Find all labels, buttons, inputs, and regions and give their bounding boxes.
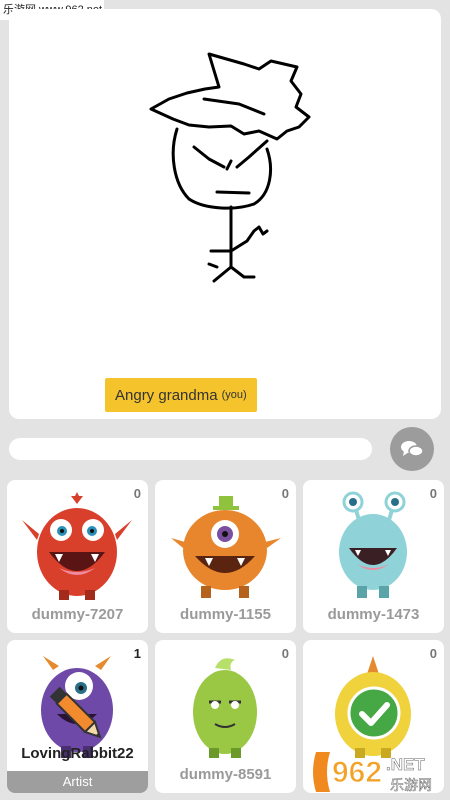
player-card[interactable]: 0 dummy-1473 bbox=[303, 480, 444, 633]
svg-text:乐游网: 乐游网 bbox=[390, 778, 432, 794]
teal-monster-avatar bbox=[339, 491, 407, 598]
svg-text:962: 962 bbox=[332, 756, 382, 789]
chat-button[interactable] bbox=[390, 427, 434, 471]
sketch-drawing bbox=[149, 52, 311, 283]
owner-tag: (you) bbox=[221, 389, 247, 401]
player-name: dummy-1473 bbox=[327, 606, 420, 623]
red-monster-avatar bbox=[22, 492, 132, 600]
svg-text:.NET: .NET bbox=[386, 755, 425, 774]
pencil-icon bbox=[49, 686, 102, 739]
chat-bubbles-icon bbox=[401, 441, 424, 457]
chat-input[interactable] bbox=[9, 438, 372, 460]
player-card[interactable]: 0 dummy-8591 bbox=[155, 640, 296, 793]
player-card[interactable]: 0 dummy-7207 bbox=[7, 480, 148, 633]
player-name: dummy-7207 bbox=[31, 606, 124, 623]
player-name: dummy-8591 bbox=[179, 766, 272, 783]
current-word-tag: Angry grandma (you) bbox=[105, 378, 257, 412]
drawing-canvas[interactable]: Angry grandma (you) bbox=[9, 9, 441, 419]
artist-badge: Artist bbox=[7, 771, 148, 793]
player-card[interactable]: 1 LovingRabbit22 Artist bbox=[7, 640, 148, 793]
watermark-logo: 962 .NET 乐游网 bbox=[313, 752, 432, 794]
checkmark-icon bbox=[347, 686, 401, 740]
player-card[interactable]: 0 dummy-1155 bbox=[155, 480, 296, 633]
word-text: Angry grandma bbox=[115, 386, 218, 404]
green-monster-avatar bbox=[193, 658, 257, 758]
player-name: LovingRabbit22 bbox=[21, 745, 134, 762]
orange-monster-avatar bbox=[171, 496, 281, 598]
player-name: dummy-1155 bbox=[180, 606, 271, 623]
